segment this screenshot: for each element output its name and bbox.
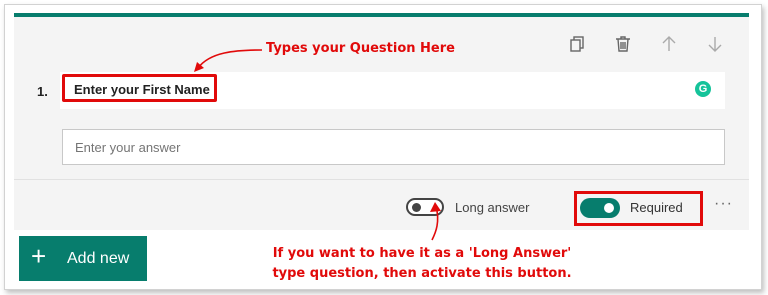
- delete-icon[interactable]: [613, 34, 633, 54]
- toggle-knob: [604, 203, 614, 213]
- question-title-text[interactable]: Enter your First Name: [74, 82, 210, 97]
- toggle-knob: [412, 203, 421, 212]
- more-options-icon[interactable]: ···: [714, 195, 733, 213]
- required-label: Required: [630, 200, 683, 215]
- card-divider: [14, 179, 749, 180]
- annotation-line: type question, then activate this button…: [272, 266, 572, 281]
- long-answer-label: Long answer: [455, 200, 530, 215]
- copy-icon[interactable]: [568, 34, 588, 54]
- annotation-line: If you want to have it as a 'Long Answer…: [272, 246, 572, 261]
- question-number: 1.: [37, 84, 48, 99]
- long-answer-toggle[interactable]: [406, 198, 444, 216]
- answer-input[interactable]: [62, 129, 725, 165]
- grammarly-icon[interactable]: G: [695, 81, 711, 97]
- move-up-icon[interactable]: [659, 34, 679, 54]
- question-annotation: Types your Question Here: [266, 41, 455, 56]
- plus-icon: +: [31, 241, 47, 271]
- move-down-icon[interactable]: [705, 34, 725, 54]
- required-toggle[interactable]: [580, 198, 620, 218]
- add-new-label: Add new: [67, 250, 130, 267]
- long-answer-annotation: If you want to have it as a 'Long Answer…: [262, 244, 582, 284]
- add-new-button[interactable]: + Add new: [19, 236, 147, 281]
